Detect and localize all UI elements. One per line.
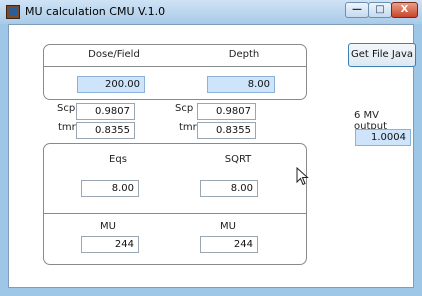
depth-label: Depth [228,49,260,60]
title-bar[interactable]: MU calculation CMU V.1.0 — □ X [0,0,422,24]
results-panel: Eqs SQRT 8.00 8.00 MU MU 244 244 [43,143,307,265]
sqrt-label: SQRT [224,154,252,165]
close-button[interactable]: X [391,2,418,18]
close-icon: X [400,4,409,15]
app-window: MU calculation CMU V.1.0 — □ X Dose/Fiel… [0,0,422,296]
scp-label-right: Scp [175,103,194,114]
panel-divider [44,213,306,214]
main-panel: Dose/Field Depth 200.00 8.00 Scp 0.9807 … [8,24,416,288]
minimize-button[interactable]: — [345,2,369,18]
depth-input[interactable]: 8.00 [207,76,275,93]
tmr-field-right[interactable]: 0.8355 [197,122,256,139]
output-field[interactable]: 1.0004 [355,129,411,146]
tmr-label-left: tmr [58,122,76,133]
dose-field-label: Dose/Field [88,49,140,60]
tmr-field-left[interactable]: 0.8355 [76,122,135,139]
scp-field-right[interactable]: 0.9807 [197,103,256,120]
maximize-button[interactable]: □ [368,2,392,18]
get-file-java-button[interactable]: Get File Java [348,43,416,67]
mu-field-left[interactable]: 244 [81,236,139,253]
scp-field-left[interactable]: 0.9807 [76,103,135,120]
mu-label-left: MU [100,221,116,232]
eqs-field[interactable]: 8.00 [81,180,139,197]
dose-field-input[interactable]: 200.00 [77,76,145,93]
eqs-label: Eqs [109,154,127,165]
mu-field-right[interactable]: 244 [200,236,258,253]
tmr-label-right: tmr [179,122,197,133]
dose-depth-panel: Dose/Field Depth 200.00 8.00 [43,44,307,100]
maximize-icon: □ [375,4,385,15]
sqrt-field[interactable]: 8.00 [200,180,258,197]
mu-label-right: MU [220,221,236,232]
scp-label-left: Scp [57,103,76,114]
panel-divider [44,66,306,67]
app-icon [6,5,20,19]
minimize-icon: — [352,4,362,15]
window-title: MU calculation CMU V.1.0 [25,5,166,18]
mouse-pointer-icon [296,167,309,186]
